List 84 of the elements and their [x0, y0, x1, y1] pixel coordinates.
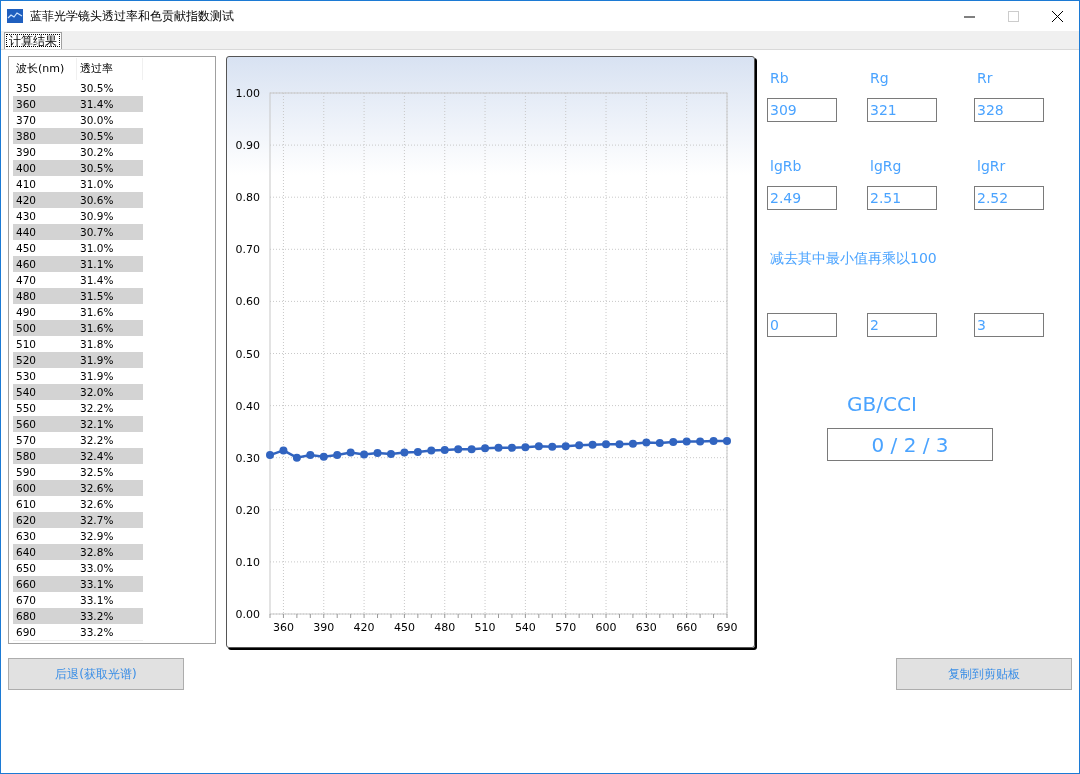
data-point — [723, 437, 731, 446]
field-label: Rr — [976, 70, 994, 88]
data-point — [279, 446, 288, 455]
value-field[interactable]: 321 — [867, 98, 937, 122]
value-field[interactable]: 3 — [974, 313, 1044, 337]
data-point — [709, 437, 718, 446]
data-point — [360, 450, 369, 459]
close-icon[interactable] — [1051, 10, 1063, 22]
value-field[interactable]: 2.52 — [974, 186, 1044, 210]
axis-tick-label: 0.10 — [235, 555, 260, 569]
app-icon — [7, 9, 23, 23]
data-point — [561, 442, 570, 451]
value-field[interactable]: 2 — [867, 313, 937, 337]
table-cell: 690 — [13, 624, 77, 641]
data-point — [427, 446, 436, 455]
data-point — [696, 437, 705, 446]
axis-tick-label: 630 — [635, 621, 657, 634]
data-point — [454, 445, 463, 454]
axis-tick-label: 480 — [434, 621, 456, 634]
data-point — [467, 445, 476, 454]
axis-tick-label: 0.90 — [235, 139, 260, 153]
value-field[interactable]: 2.49 — [767, 186, 837, 210]
axis-tick-label: 0.00 — [235, 608, 260, 621]
axis-tick-label: 0.60 — [235, 295, 260, 309]
index-result-field[interactable]: 0 / 2 / 3 — [827, 428, 993, 461]
axis-tick-label: 360 — [272, 621, 294, 634]
axis-tick-label: 0.50 — [235, 347, 260, 361]
data-point — [346, 448, 355, 457]
window-title: 蓝菲光学镜头透过率和色贡献指数测试 — [30, 7, 235, 25]
axis-tick-label: 570 — [555, 621, 577, 634]
data-point — [575, 441, 584, 450]
data-point — [494, 443, 503, 452]
data-point — [642, 438, 651, 447]
data-point — [292, 453, 301, 462]
data-point — [333, 451, 342, 460]
data-point — [413, 447, 422, 456]
axis-tick-label: 450 — [393, 621, 415, 634]
data-point — [548, 442, 557, 451]
axis-tick-label: 0.70 — [235, 243, 260, 257]
axis-tick-label: 600 — [595, 621, 617, 634]
value-field[interactable]: 328 — [974, 98, 1044, 122]
data-point — [481, 444, 490, 453]
field-label: lgRr — [976, 158, 1007, 176]
data-point — [615, 440, 624, 449]
data-point — [588, 440, 597, 449]
axis-tick-label: 420 — [353, 621, 375, 634]
axis-tick-label: 690 — [716, 621, 738, 634]
data-point — [602, 440, 611, 449]
axis-tick-label: 510 — [474, 621, 496, 634]
axis-tick-label: 1.00 — [235, 87, 260, 100]
data-point — [386, 450, 395, 459]
field-label: lgRg — [869, 158, 903, 176]
data-point — [534, 442, 543, 451]
action-button[interactable]: 复制到剪贴板 — [896, 658, 1072, 690]
instruction-text: 减去其中最小值再乘以100 — [769, 250, 938, 268]
value-field[interactable]: 309 — [767, 98, 837, 122]
data-point — [400, 448, 409, 457]
field-label: Rb — [769, 70, 790, 88]
data-point — [319, 452, 328, 461]
value-field[interactable]: 2.51 — [867, 186, 937, 210]
data-point — [521, 443, 530, 452]
axis-tick-label: 0.80 — [235, 191, 260, 205]
table-cell: 33.2% — [77, 624, 143, 641]
axis-tick-label: 540 — [514, 621, 536, 634]
data-point — [669, 438, 678, 447]
data-point — [266, 451, 274, 460]
data-point — [682, 437, 691, 446]
axis-tick-label: 0.30 — [235, 451, 260, 465]
field-label: Rg — [869, 70, 890, 88]
action-button[interactable]: 后退(获取光谱) — [8, 658, 184, 690]
index-label: GB/CCI — [847, 392, 918, 416]
data-point — [306, 451, 315, 460]
data-point — [655, 439, 664, 448]
tab[interactable]: 计算结果 — [4, 32, 62, 49]
data-point — [440, 445, 449, 454]
data-point — [628, 439, 637, 448]
axis-tick-label: 0.40 — [235, 399, 260, 413]
value-field[interactable]: 0 — [767, 313, 837, 337]
field-label: lgRb — [769, 158, 803, 176]
data-point — [373, 449, 382, 457]
data-point — [507, 443, 516, 452]
axis-tick-label: 390 — [313, 621, 335, 634]
axis-tick-label: 0.20 — [235, 503, 260, 517]
axis-tick-label: 660 — [676, 621, 698, 634]
